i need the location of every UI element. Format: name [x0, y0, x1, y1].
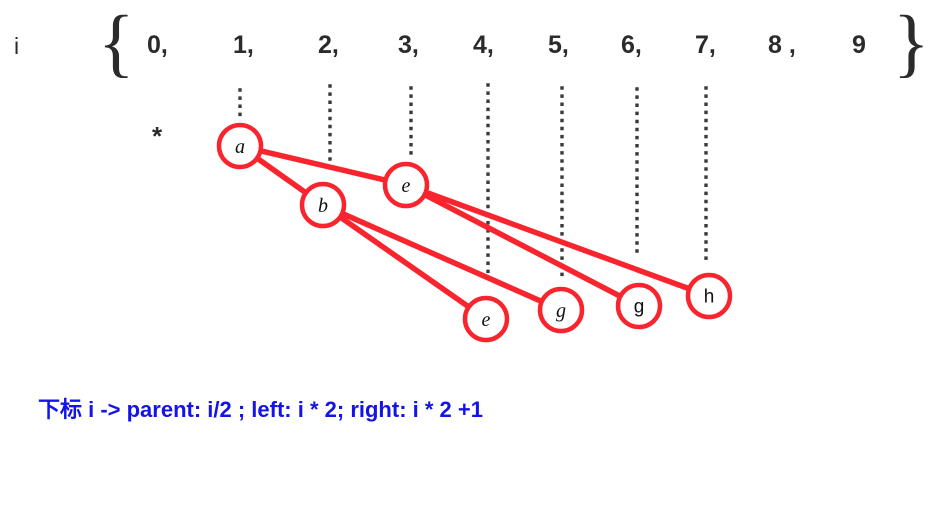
edge-e1-to-g2 — [420, 191, 625, 300]
tree-node-g1: g — [537, 286, 585, 334]
tree-graph: a b e e g g h — [216, 83, 733, 343]
tree-node-b: b — [299, 181, 347, 229]
tree-node-e1: e — [382, 161, 430, 209]
node-label-b: b — [318, 195, 328, 217]
tree-edges — [253, 147, 693, 311]
node-label-e1: e — [402, 175, 411, 197]
tree-node-h: h — [685, 272, 733, 320]
node-label-e2: e — [482, 309, 491, 331]
caption-formula: 下标 i -> parent: i/2 ; left: i * 2; right… — [38, 397, 483, 422]
node-label-g1: g — [556, 300, 566, 322]
guide-dotted-lines — [238, 83, 708, 282]
tree-node-g2: g — [615, 282, 663, 330]
node-label-g2: g — [634, 297, 645, 318]
node-label-a: a — [235, 136, 245, 158]
tree-node-e2: e — [462, 295, 510, 343]
diagram-canvas: i { } 0, 1, 2, 3, 4, 5, 6, 7, 8 ,9 * abeeggh 下标 … — [0, 0, 951, 507]
tree-node-a: a — [216, 122, 264, 170]
node-label-h: h — [704, 287, 715, 308]
edge-a-to-b — [253, 154, 310, 197]
edge-e1-to-h — [422, 189, 693, 292]
